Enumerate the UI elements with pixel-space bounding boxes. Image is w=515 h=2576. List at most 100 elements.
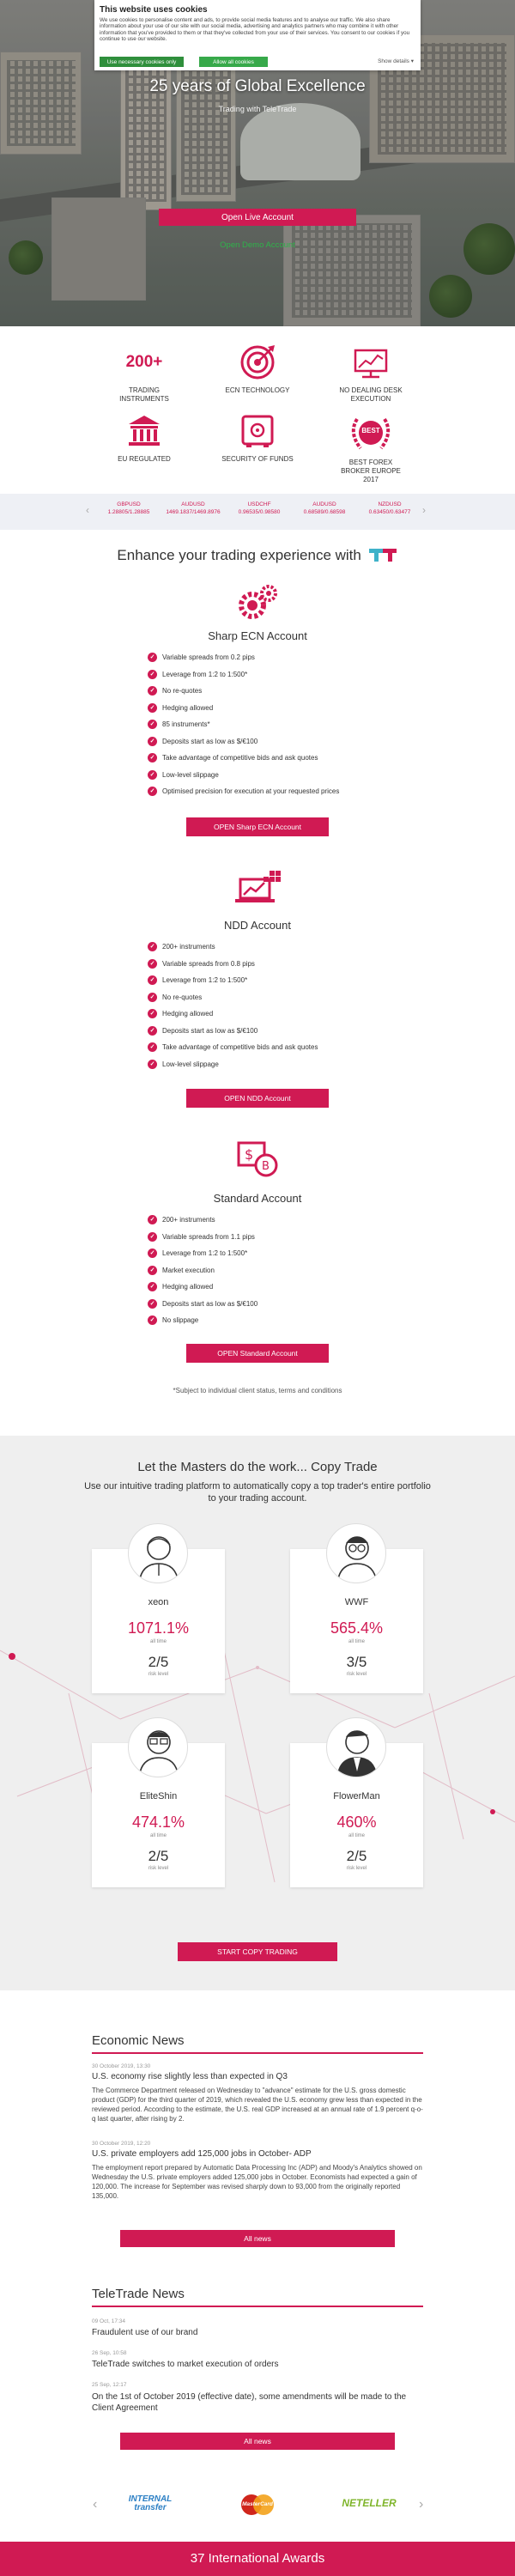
copy-trade-title: Let the Masters do the work... Copy Trad… bbox=[137, 1460, 378, 1474]
awards-banner[interactable]: 37 International Awards bbox=[0, 2542, 515, 2576]
teletrade-news-title: TeleTrade News bbox=[92, 2287, 185, 2301]
eu-building-icon bbox=[125, 412, 163, 450]
open-ndd-button[interactable]: OPEN NDD Account bbox=[186, 1089, 329, 1108]
list-item: Variable spreads from 0.8 pips bbox=[148, 958, 405, 976]
list-item: Take advantage of competitive bids and a… bbox=[148, 1042, 405, 1060]
avatar bbox=[128, 1717, 188, 1777]
price-ticker: ‹ GBPUSD 1.28805/1.28885 AUDUSD 1469.1837/… bbox=[0, 494, 515, 530]
ticker-value: 1.28805/1.28885 bbox=[107, 509, 150, 515]
enhance-heading-text: Enhance your trading experience with bbox=[117, 547, 361, 563]
account-title: NDD Account bbox=[223, 919, 292, 932]
trader-card[interactable]: WWF 565.4% all time 3/5 risk level bbox=[290, 1523, 423, 1693]
trader-name: FlowerMan bbox=[333, 1791, 380, 1801]
hero-subtitle: Trading with TeleTrade bbox=[218, 105, 297, 113]
payment-methods-carousel: ‹ INTERNAL transfer MasterCard NETELLER … bbox=[0, 2482, 515, 2542]
news-date: 30 October 2019, 13:30 bbox=[92, 2063, 151, 2069]
trader-card[interactable]: EliteShin 474.1% all time 2/5 risk level bbox=[92, 1717, 225, 1887]
feature-label: EU REGULATED bbox=[118, 455, 171, 463]
cookie-banner: This website uses cookies We use cookies… bbox=[94, 0, 421, 70]
ticker-next-icon[interactable]: › bbox=[422, 504, 426, 516]
account-feature-list: 200+ instruments Variable spreads from 1… bbox=[148, 1215, 405, 1333]
news-body: The employment report prepared by Automa… bbox=[92, 2164, 422, 2200]
ticker-prev-icon[interactable]: ‹ bbox=[86, 504, 89, 516]
open-standard-button[interactable]: OPEN Standard Account bbox=[186, 1344, 329, 1363]
news-date: 09 Oct, 17:34 bbox=[92, 2318, 126, 2324]
feature-no-dealing-desk: NO DEALING DESK EXECUTION bbox=[311, 343, 431, 404]
ticker-item[interactable]: AUDUSD 1469.1837/1469.8976 bbox=[159, 501, 227, 516]
news-headline-link[interactable]: Fraudulent use of our brand bbox=[92, 2328, 423, 2337]
avatar bbox=[326, 1523, 386, 1583]
trader-name: EliteShin bbox=[139, 1791, 178, 1801]
trader-card[interactable]: xeon 1071.1% all time 2/5 risk level bbox=[92, 1523, 225, 1693]
news-date: 25 Sep, 12:17 bbox=[92, 2382, 127, 2388]
news-headline-link[interactable]: TeleTrade switches to market execution o… bbox=[92, 2360, 423, 2369]
copy-trade-section: Let the Masters do the work... Copy Trad… bbox=[0, 1436, 515, 1990]
ticker-value: 0.63450/0.63477 bbox=[368, 509, 411, 515]
news-headline-link[interactable]: U.S. economy rise slightly less than exp… bbox=[92, 2072, 423, 2081]
trader-card[interactable]: FlowerMan 460% all time 2/5 risk level bbox=[290, 1717, 423, 1887]
copy-trade-subtitle: Use our intuitive trading platform to au… bbox=[84, 1481, 431, 1504]
feature-security-of-funds: SECURITY OF FUNDS bbox=[197, 412, 318, 464]
economic-all-news-button[interactable]: All news bbox=[120, 2230, 395, 2247]
list-item: No slippage bbox=[148, 1315, 405, 1333]
ticker-item[interactable]: GBPUSD 1.28805/1.28885 bbox=[94, 501, 163, 516]
list-item: Leverage from 1:2 to 1:500* bbox=[148, 1249, 405, 1266]
trader-risk: 2/5 bbox=[346, 1848, 367, 1864]
carousel-prev-icon[interactable]: ‹ bbox=[93, 2497, 97, 2512]
list-item: Take advantage of competitive bids and a… bbox=[148, 753, 405, 770]
gears-icon bbox=[232, 581, 283, 624]
feature-eu-regulated: EU REGULATED bbox=[84, 412, 204, 464]
trader-return: 474.1% bbox=[131, 1814, 185, 1831]
award-badge-text: BEST bbox=[361, 427, 380, 434]
feature-label: ECN TECHNOLOGY bbox=[225, 386, 290, 394]
section-divider bbox=[92, 2052, 423, 2054]
hero-banner: 25 years of Global Excellence Trading wi… bbox=[0, 0, 515, 326]
ticker-item[interactable]: NZDUSD 0.63450/0.63477 bbox=[355, 501, 424, 516]
no-dealing-desk-icon bbox=[352, 343, 390, 381]
neteller-logo: NETELLER bbox=[342, 2497, 397, 2509]
ticker-item[interactable]: AUDUSD 0.68589/0.68598 bbox=[290, 501, 359, 516]
trader-risk: 2/5 bbox=[148, 1654, 169, 1670]
show-details-label: Show details bbox=[378, 58, 409, 64]
ecn-target-icon bbox=[239, 343, 276, 381]
open-live-account-button[interactable]: Open Live Account bbox=[159, 209, 356, 226]
news-date: 26 Sep, 10:58 bbox=[92, 2350, 127, 2356]
show-details-toggle[interactable]: Show details ▾ bbox=[378, 58, 414, 64]
ticker-value: 0.68589/0.68598 bbox=[303, 509, 346, 515]
ticker-pair: USDCHF bbox=[247, 501, 271, 507]
economic-news-title: Economic News bbox=[92, 2033, 185, 2048]
list-item: 200+ instruments bbox=[148, 942, 405, 959]
teletrade-all-news-button[interactable]: All news bbox=[120, 2433, 395, 2450]
news-headline-link[interactable]: On the 1st of October 2019 (effective da… bbox=[92, 2391, 423, 2414]
use-necessary-cookies-button[interactable]: Use necessary cookies only bbox=[100, 57, 184, 67]
list-item: Variable spreads from 0.2 pips bbox=[148, 653, 405, 670]
mastercard-logo-text: MasterCard bbox=[242, 2501, 273, 2507]
carousel-next-icon[interactable]: › bbox=[419, 2497, 423, 2512]
trader-period: all time bbox=[149, 1833, 167, 1838]
open-sharp-ecn-button[interactable]: OPEN Sharp ECN Account bbox=[186, 817, 329, 836]
account-feature-list: 200+ instruments Variable spreads from 0… bbox=[148, 942, 405, 1076]
account-title: Standard Account bbox=[213, 1192, 302, 1205]
teletrade-logo-icon bbox=[368, 548, 398, 562]
list-item: Leverage from 1:2 to 1:500* bbox=[148, 975, 405, 993]
chevron-down-icon: ▾ bbox=[410, 58, 414, 64]
list-item: Hedging allowed bbox=[148, 702, 405, 720]
news-headline-link[interactable]: U.S. private employers add 125,000 jobs … bbox=[92, 2149, 423, 2159]
avatar bbox=[128, 1523, 188, 1583]
200-plus-icon: 200+ bbox=[125, 343, 163, 381]
trader-risk-label: risk level bbox=[148, 1672, 169, 1677]
list-item: Low-level slippage bbox=[148, 1059, 405, 1077]
ticker-pair: NZDUSD bbox=[378, 501, 402, 507]
start-copy-trading-button[interactable]: START COPY TRADING bbox=[178, 1942, 337, 1961]
feature-best-broker: BEST BEST FOREX BROKER EUROPE 2017 bbox=[311, 412, 431, 484]
list-item: Leverage from 1:2 to 1:500* bbox=[148, 669, 405, 687]
allow-all-cookies-button[interactable]: Allow all cookies bbox=[199, 57, 268, 67]
open-demo-account-link[interactable]: Open Demo Account bbox=[197, 240, 318, 256]
trader-period: all time bbox=[348, 1639, 365, 1644]
feature-label: NO DEALING DESK EXECUTION bbox=[339, 386, 403, 403]
trader-return: 565.4% bbox=[330, 1619, 384, 1637]
feature-label: BEST FOREX BROKER EUROPE 2017 bbox=[341, 459, 401, 483]
trader-return: 1071.1% bbox=[127, 1619, 190, 1637]
ticker-item[interactable]: USDCHF 0.96535/0.98580 bbox=[225, 501, 294, 516]
list-item: Hedging allowed bbox=[148, 1009, 405, 1026]
